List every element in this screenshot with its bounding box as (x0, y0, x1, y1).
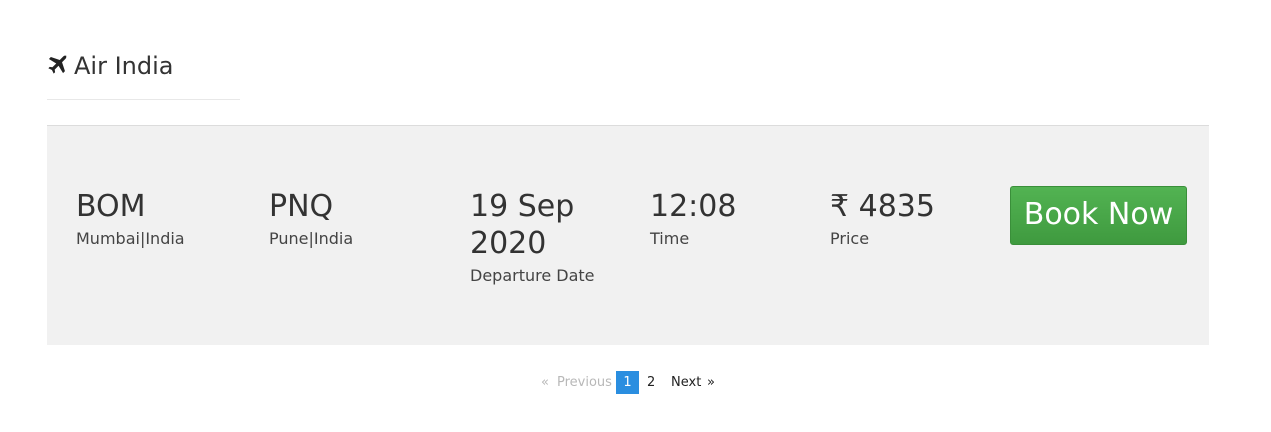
departure-date: 19 Sep 2020 (470, 189, 575, 261)
page-1-link[interactable]: 1 (616, 371, 639, 394)
origin-code: BOM (76, 189, 146, 224)
destination-place: Pune|India (269, 229, 354, 248)
flight-card: BOM Mumbai|India PNQ Pune|India 19 Sep 2… (47, 125, 1209, 345)
time-label: Time (650, 229, 690, 248)
previous-link: Previous (557, 375, 612, 390)
next-arrow-icon[interactable]: » (707, 371, 715, 394)
pagination: « Previous 1 2 Next » (0, 371, 1271, 394)
departure-time: 12:08 (650, 189, 737, 224)
price: ₹ 4835 Price (830, 188, 935, 249)
book-now-button[interactable]: Book Now (1010, 186, 1187, 245)
plane-icon (48, 55, 67, 74)
origin: BOM Mumbai|India (76, 188, 185, 249)
destination: PNQ Pune|India (269, 188, 353, 249)
departure: 19 Sep 2020 Departure Date (470, 188, 600, 286)
previous-arrow-icon: « (541, 375, 549, 390)
origin-place: Mumbai|India (76, 229, 185, 248)
time: 12:08 Time (650, 188, 736, 249)
destination-code: PNQ (269, 189, 334, 224)
price-label: Price (830, 229, 870, 248)
airline-name: Air India (74, 52, 174, 80)
price-value: ₹ 4835 (830, 189, 935, 224)
next-link[interactable]: Next (671, 371, 701, 394)
departure-date-label: Departure Date (470, 266, 595, 285)
page-2-link[interactable]: 2 (647, 371, 655, 394)
airline-header: Air India (47, 50, 240, 100)
